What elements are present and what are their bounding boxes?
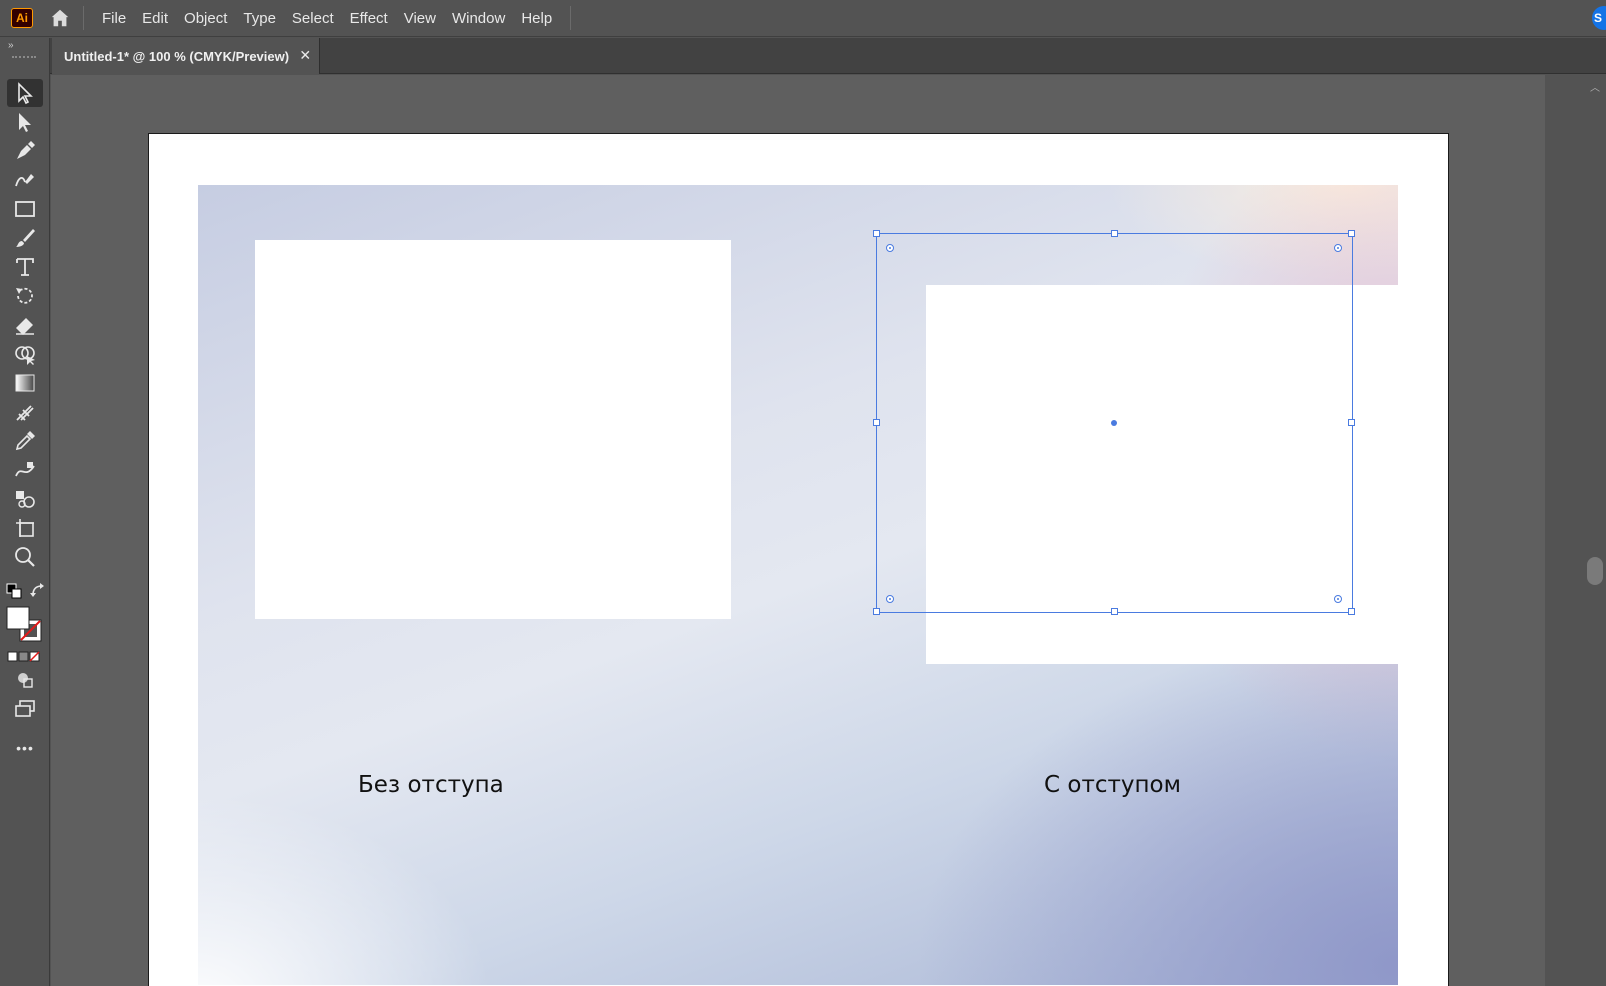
artboard-icon xyxy=(16,519,34,537)
menu-bar: Ai File Edit Object Type Select Effect V… xyxy=(0,0,1606,37)
resize-handle-bottom-right[interactable] xyxy=(1348,608,1355,615)
document-tab-bar: Untitled-1* @ 100 % (CMYK/Preview) ✕ xyxy=(50,38,1606,74)
pen-icon xyxy=(17,141,35,159)
menu-select[interactable]: Select xyxy=(284,0,342,37)
menu-file[interactable]: File xyxy=(94,0,134,37)
symbol-sprayer-tool[interactable] xyxy=(7,485,43,513)
live-corner-widget[interactable] xyxy=(1334,244,1342,252)
scroll-up-arrow-icon[interactable]: ︿ xyxy=(1590,79,1600,94)
curvature-tool[interactable] xyxy=(7,166,43,194)
direct-selection-tool[interactable] xyxy=(7,108,43,136)
gradient-tool[interactable] xyxy=(7,369,43,397)
artboard-tool[interactable] xyxy=(7,514,43,542)
mesh-icon xyxy=(16,405,34,421)
artboard[interactable]: Без отступа С отступом xyxy=(148,133,1449,986)
tools-panel: » ••• xyxy=(0,38,50,986)
default-colors-icon[interactable] xyxy=(6,583,22,599)
close-tab-icon[interactable]: ✕ xyxy=(299,47,311,64)
menu-separator xyxy=(570,6,572,30)
rectangle-icon xyxy=(15,201,35,217)
eyedropper-icon xyxy=(15,431,35,451)
resize-handle-top[interactable] xyxy=(1111,230,1118,237)
paintbrush-icon xyxy=(16,229,35,247)
type-icon xyxy=(16,258,34,276)
collapse-panel-icon[interactable]: » xyxy=(8,40,14,51)
eraser-icon xyxy=(16,318,34,335)
zoom-tool[interactable] xyxy=(7,543,43,571)
symbol-sprayer-icon xyxy=(16,491,35,508)
curvature-pen-icon xyxy=(15,174,34,187)
menu-separator xyxy=(83,6,84,30)
illustrator-logo: Ai xyxy=(11,8,33,28)
menu-view[interactable]: View xyxy=(396,0,444,37)
eyedropper-tool[interactable] xyxy=(7,427,43,455)
live-corner-widget[interactable] xyxy=(886,595,894,603)
shape-builder-icon xyxy=(15,346,35,365)
resize-handle-top-right[interactable] xyxy=(1348,230,1355,237)
menu-edit[interactable]: Edit xyxy=(134,0,176,37)
direct-selection-arrow-icon xyxy=(19,113,31,132)
live-corner-widget[interactable] xyxy=(886,244,894,252)
account-avatar[interactable]: S xyxy=(1592,6,1606,30)
selection-arrow-icon xyxy=(18,82,33,105)
rotate-icon xyxy=(16,287,33,304)
screen-mode-tool[interactable] xyxy=(7,695,43,723)
menu-help[interactable]: Help xyxy=(513,0,560,37)
color-mode-buttons[interactable] xyxy=(7,650,43,662)
rotate-tool[interactable] xyxy=(7,282,43,310)
draw-mode-icon xyxy=(18,673,33,688)
paintbrush-tool[interactable] xyxy=(7,224,43,252)
menu-effect[interactable]: Effect xyxy=(342,0,396,37)
screen-mode-icon xyxy=(15,700,35,717)
document-tab[interactable]: Untitled-1* @ 100 % (CMYK/Preview) ✕ xyxy=(52,38,321,74)
zoom-icon xyxy=(15,547,35,567)
caption-no-inset[interactable]: Без отступа xyxy=(358,772,504,798)
resize-handle-left[interactable] xyxy=(873,419,880,426)
drawing-modes-tool[interactable] xyxy=(7,666,43,694)
menu-window[interactable]: Window xyxy=(444,0,513,37)
blend-icon xyxy=(15,462,35,477)
shape-builder-tool[interactable] xyxy=(7,340,43,368)
document-tab-title: Untitled-1* @ 100 % (CMYK/Preview) xyxy=(64,48,290,64)
vertical-scrollbar[interactable]: ︿ xyxy=(1584,75,1606,986)
caption-with-inset[interactable]: С отступом xyxy=(1044,772,1181,798)
rectangle-tool[interactable] xyxy=(7,195,43,223)
white-frame-no-inset[interactable] xyxy=(255,240,731,619)
resize-handle-right[interactable] xyxy=(1348,419,1355,426)
type-tool[interactable] xyxy=(7,253,43,281)
selection-tool[interactable] xyxy=(7,79,43,107)
resize-handle-top-left[interactable] xyxy=(873,230,880,237)
mesh-tool[interactable] xyxy=(7,398,43,426)
live-corner-widget[interactable] xyxy=(1334,595,1342,603)
resize-handle-bottom[interactable] xyxy=(1111,608,1118,615)
gradient-icon xyxy=(15,374,35,392)
home-icon[interactable] xyxy=(47,5,73,31)
canvas-pasteboard[interactable]: Без отступа С отступом xyxy=(51,75,1545,986)
fill-stroke-widget[interactable] xyxy=(6,606,44,644)
menu-object[interactable]: Object xyxy=(176,0,235,37)
selection-bounding-box[interactable] xyxy=(873,230,1355,615)
center-point xyxy=(1111,420,1117,426)
scrollbar-thumb[interactable] xyxy=(1587,557,1603,585)
swap-colors-icon[interactable] xyxy=(30,583,46,599)
pen-tool[interactable] xyxy=(7,137,43,165)
menu-type[interactable]: Type xyxy=(235,0,284,37)
blend-tool[interactable] xyxy=(7,456,43,484)
resize-handle-bottom-left[interactable] xyxy=(873,608,880,615)
more-tools-icon[interactable]: ••• xyxy=(7,734,43,762)
eraser-tool[interactable] xyxy=(7,311,43,339)
panel-grip[interactable] xyxy=(12,56,36,60)
menu-items: File Edit Object Type Select Effect View… xyxy=(94,0,560,37)
